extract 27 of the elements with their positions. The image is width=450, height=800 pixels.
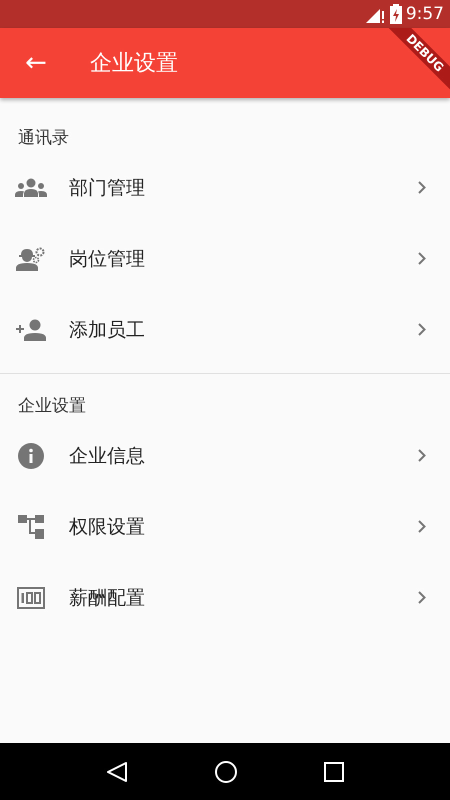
group-icon [15, 178, 47, 198]
hierarchy-icon [18, 514, 44, 538]
back-button[interactable]: ← [18, 48, 54, 78]
chevron-right-icon [418, 323, 426, 336]
engineer-icon [16, 246, 46, 270]
settings-item[interactable]: 部门管理 [0, 152, 450, 223]
recents-icon[interactable] [324, 762, 344, 782]
info-icon [18, 442, 44, 468]
home-icon[interactable] [214, 760, 237, 782]
section-header: 企业设置 [17, 395, 87, 418]
settings-item[interactable]: 权限设置 [0, 491, 450, 562]
chevron-right-icon [418, 181, 426, 194]
page-title: 企业设置 [90, 50, 178, 78]
chevron-right-icon [418, 520, 426, 533]
settings-item[interactable]: 企业信息 [0, 420, 450, 491]
battery-icon [390, 4, 402, 24]
chevron-right-icon [418, 449, 426, 462]
settings-item[interactable]: 添加员工 [0, 294, 450, 365]
back-icon[interactable] [106, 760, 128, 782]
chevron-right-icon [418, 591, 426, 604]
chevron-right-icon [418, 252, 426, 265]
clock-time: 9:57 [406, 4, 444, 24]
add-person-icon [16, 318, 46, 340]
section-header: 通讯录 [17, 127, 70, 150]
settings-item[interactable]: 岗位管理 [0, 223, 450, 294]
settings-item[interactable]: 薪酬配置 [0, 562, 450, 633]
money-icon [17, 586, 45, 608]
